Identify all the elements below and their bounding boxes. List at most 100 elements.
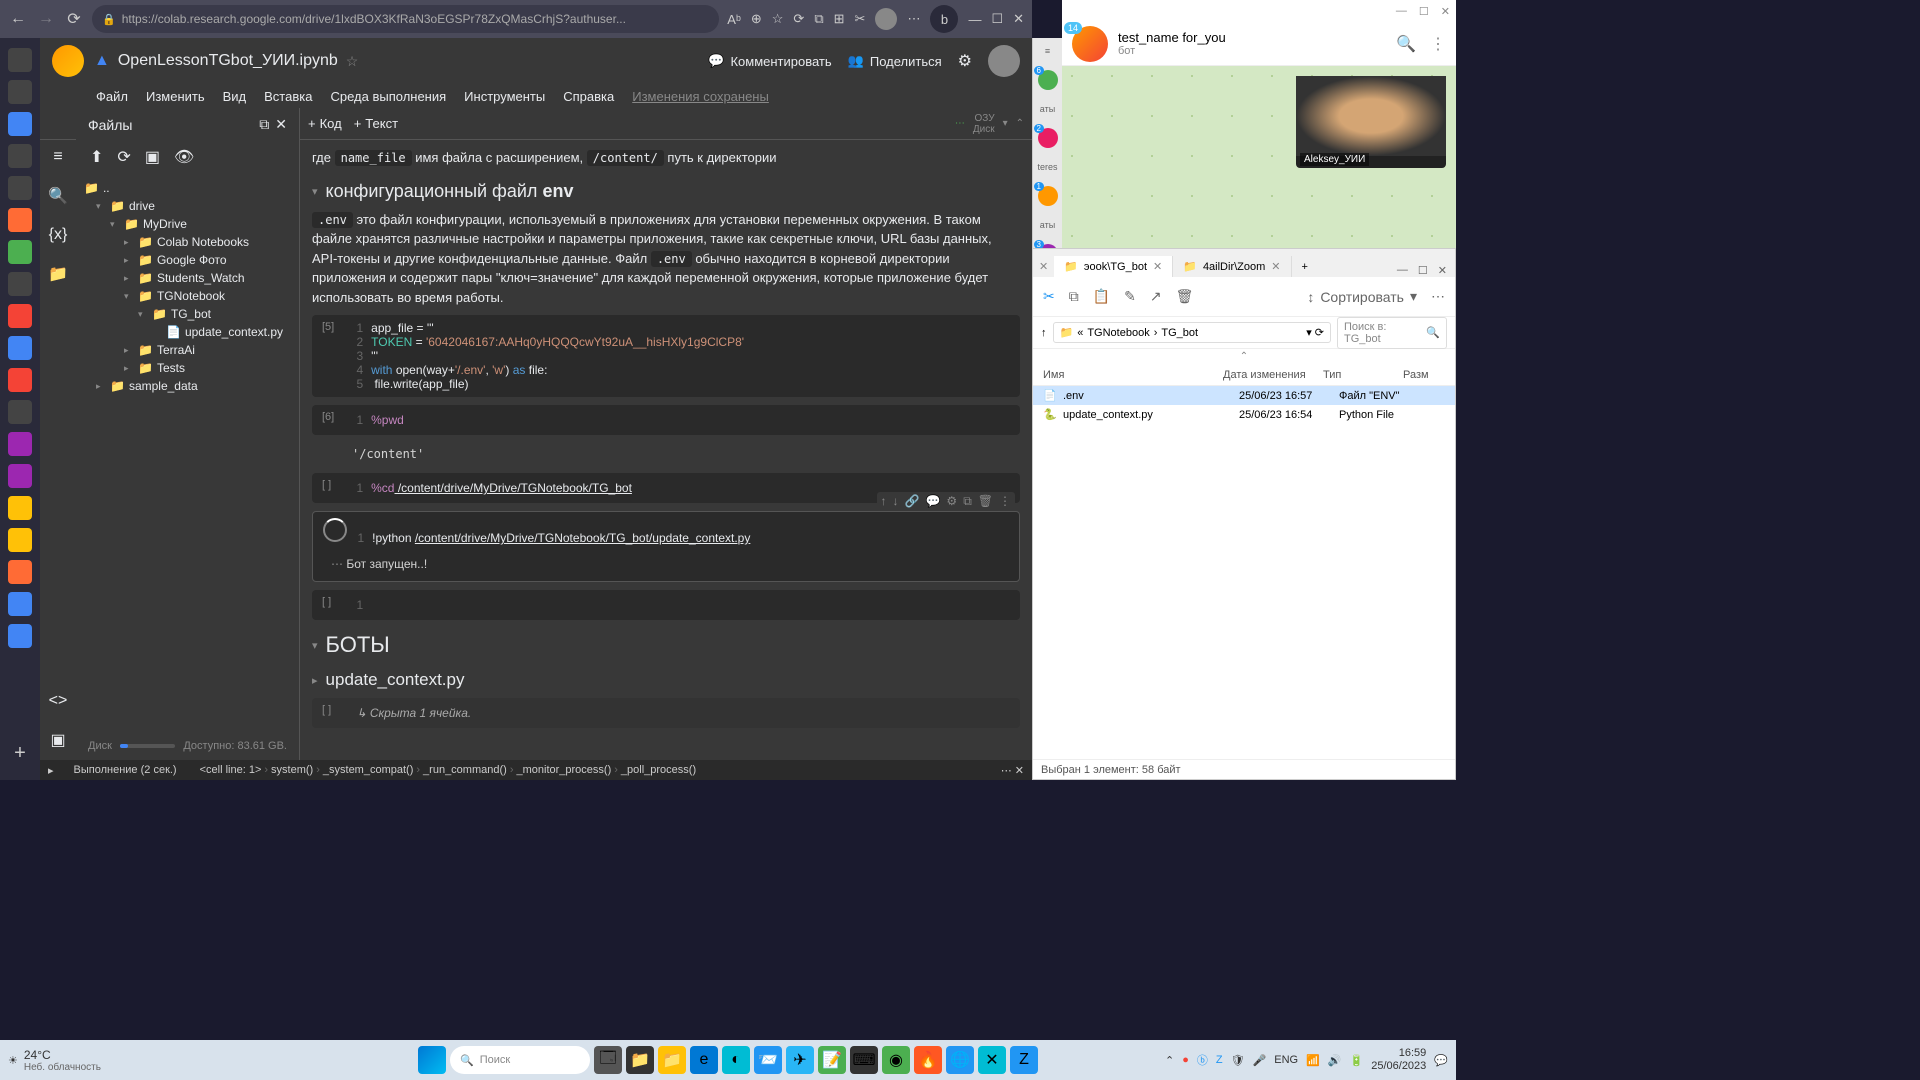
tray-chevron-icon[interactable]: ⌃ [1165,1054,1174,1067]
col-name[interactable]: Имя [1043,369,1223,381]
tg-video-overlay[interactable]: Aleksey_УИИ [1296,76,1446,168]
code-cell-python[interactable]: ↑ ↓ 🔗 💬 ⚙ ⧉ 🗑 ⋮ 1!python /content/drive/… [312,511,1020,582]
tree-tests[interactable]: ▸📁Tests [84,359,291,377]
close-tab-2-icon[interactable]: ✕ [1271,260,1280,273]
tree-parent[interactable]: 📁.. [84,179,291,197]
screenshot-icon[interactable]: ✂ [855,11,866,27]
address-bar[interactable]: 🔒 https://colab.research.google.com/driv… [92,5,719,33]
weather-widget[interactable]: ☀ 24°C Неб. облачность [8,1048,101,1073]
rail-item-6[interactable] [8,208,32,232]
tray-icon-4[interactable]: 🛡 [1231,1054,1245,1067]
rail-item-12[interactable] [8,400,32,424]
collapse-bots-icon[interactable]: ▾ [312,639,318,652]
tg-search-icon[interactable]: 🔍 [1396,34,1416,54]
paste-icon[interactable]: 📋 [1093,288,1110,305]
menu-tools[interactable]: Инструменты [464,89,545,104]
file-row-env[interactable]: 📄 .env 25/06/23 16:57 Файл "ENV" [1033,386,1455,405]
menu-insert[interactable]: Вставка [264,89,312,104]
rail-item-13[interactable] [8,432,32,456]
terminal-icon[interactable]: ▣ [50,730,65,750]
share-button[interactable]: 👥 Поделиться [848,53,942,69]
mirror-icon[interactable]: ⧉ [963,494,972,509]
exp-close[interactable]: ✕ [1438,264,1447,277]
forward-button[interactable]: → [36,9,56,29]
tree-google-photo[interactable]: ▸📁Google Фото [84,251,291,269]
bing-chat-icon[interactable]: b [930,5,958,33]
search-icon[interactable]: 🔍 [48,186,68,206]
move-down-icon[interactable]: ↓ [893,494,899,509]
chat-item-1[interactable]: 6 [1038,70,1058,90]
tray-icon-3[interactable]: Z [1216,1054,1223,1066]
tg-close[interactable]: ✕ [1441,5,1450,18]
tg-chat-name[interactable]: test_name for_you [1118,30,1226,45]
toc-icon[interactable]: ≡ [53,148,62,166]
add-rail-item[interactable]: + [14,742,26,765]
rail-item-5[interactable] [8,176,32,200]
taskbar-search[interactable]: 🔍Поиск [450,1046,590,1074]
new-tab-button[interactable]: + [1292,257,1318,277]
rail-item-11[interactable] [8,368,32,392]
sync-icon[interactable]: ⟳ [793,11,804,27]
notifications-icon[interactable]: 💬 [1434,1054,1448,1067]
explorer-close-tab-hidden[interactable]: ✕ [1033,256,1054,277]
menu-edit[interactable]: Изменить [146,89,205,104]
user-avatar[interactable] [988,45,1020,77]
task-app-9[interactable]: ⌨ [850,1046,878,1074]
code-cell-5[interactable]: [5] 1app_file = ''' 2TOKEN = '6042046167… [312,315,1020,397]
delete-cell-icon[interactable]: 🗑 [978,494,993,509]
expand-status-icon[interactable]: ▸ [48,764,54,777]
explorer-search[interactable]: Поиск в: TG_bot🔍 [1337,317,1447,349]
minimize-window[interactable]: — [968,12,981,27]
collapse-ribbon-icon[interactable]: ⌃ [1033,349,1455,364]
code-icon[interactable]: <> [49,692,68,710]
read-aloud-icon[interactable]: Aᵇ [727,12,741,27]
rail-item-4[interactable] [8,144,32,168]
tree-mydrive[interactable]: ▾📁MyDrive [84,215,291,233]
tree-students[interactable]: ▸📁Students_Watch [84,269,291,287]
rail-item-9[interactable] [8,304,32,328]
chat-item-2[interactable]: 2 [1038,128,1058,148]
hidden-cell[interactable]: [ ] ↳ Скрыта 1 ячейка. [312,698,1020,728]
collapse-section-icon[interactable]: ▾ [312,185,318,198]
task-app-11[interactable]: 🔥 [914,1046,942,1074]
task-app-6[interactable]: 📨 [754,1046,782,1074]
move-up-icon[interactable]: ↑ [881,494,887,509]
extensions-icon[interactable]: ⊞ [834,11,845,27]
file-row-py[interactable]: 🐍 update_context.py 25/06/23 16:54 Pytho… [1033,405,1455,424]
tray-volume-icon[interactable]: 🔊 [1328,1054,1342,1067]
tg-avatar[interactable]: 14 [1072,26,1108,62]
cell-more-icon[interactable]: ⋮ [999,494,1011,509]
rail-item-18[interactable] [8,592,32,616]
tree-drive[interactable]: ▾📁drive [84,197,291,215]
menu-help[interactable]: Справка [563,89,614,104]
tree-tgbot[interactable]: ▾📁TG_bot [84,305,291,323]
task-app-3[interactable]: 📁 [658,1046,686,1074]
code-cell-6[interactable]: [6] 1%pwd [312,405,1020,435]
cut-icon[interactable]: ✂ [1043,288,1055,305]
collapse-icon[interactable]: ⌃ [1016,118,1024,129]
link-icon[interactable]: 🔗 [905,494,920,509]
task-app-12[interactable]: 🌐 [946,1046,974,1074]
task-app-10[interactable]: ◉ [882,1046,910,1074]
tray-wifi-icon[interactable]: 📶 [1306,1054,1320,1067]
col-type[interactable]: Тип [1323,369,1403,381]
task-app-1[interactable]: 🗔 [594,1046,622,1074]
star-icon[interactable]: ☆ [346,53,359,70]
tg-more-icon[interactable]: ⋮ [1430,34,1446,54]
task-app-13[interactable]: ✕ [978,1046,1006,1074]
exp-minimize[interactable]: — [1397,264,1408,277]
back-button[interactable]: ← [8,9,28,29]
rail-item-1[interactable] [8,48,32,72]
notebook-content[interactable]: где name_file имя файла с расширением, /… [300,140,1032,760]
start-button[interactable] [418,1046,446,1074]
tray-icon-5[interactable]: 🎤 [1253,1054,1267,1067]
comment-button[interactable]: 💬 Комментировать [708,53,831,69]
task-app-5[interactable]: ◐ [722,1046,750,1074]
rail-item-14[interactable] [8,464,32,488]
toolbar-more-icon[interactable]: ⋯ [1431,288,1445,305]
colab-logo[interactable] [52,45,84,77]
rail-item-7[interactable] [8,240,32,264]
profile-icon[interactable] [875,8,897,30]
tray-clock[interactable]: 16:59 25/06/2023 [1371,1047,1426,1073]
translate-icon[interactable]: ⊕ [751,11,762,27]
